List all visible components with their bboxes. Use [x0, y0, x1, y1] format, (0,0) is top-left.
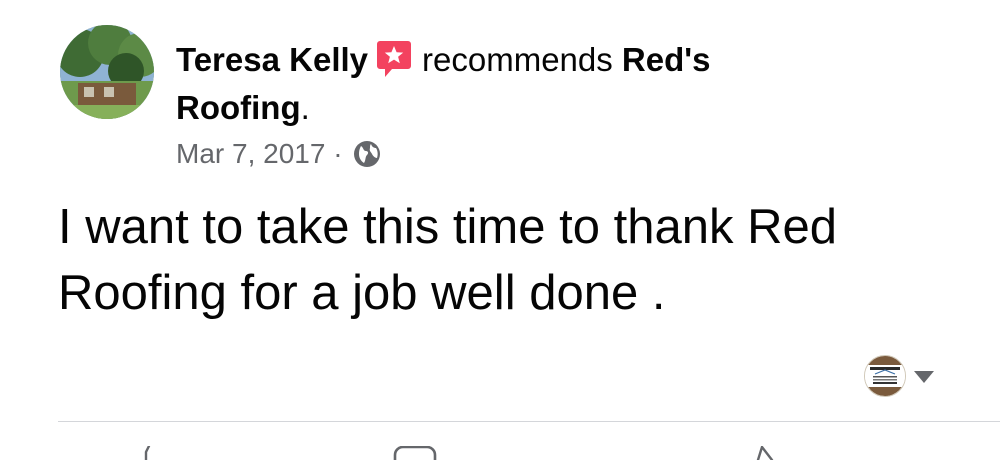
meta-separator: ·: [333, 138, 343, 169]
post-body-line: I want to take this time to thank Red: [58, 200, 837, 254]
recommendation-post: Teresa Kelly recommends Red's Roofing. M…: [0, 0, 1000, 460]
divider: [58, 421, 1000, 422]
header-period: .: [300, 89, 310, 126]
post-header: Teresa Kelly recommends Red's: [176, 38, 710, 82]
star-speech-bubble-icon: [376, 39, 412, 79]
author-avatar[interactable]: [60, 25, 154, 119]
author-name[interactable]: Teresa Kelly: [176, 41, 368, 78]
page-name-continued[interactable]: Roofing: [176, 89, 301, 126]
globe-icon[interactable]: [352, 139, 382, 169]
post-date[interactable]: Mar 7, 2017: [176, 138, 325, 169]
recommends-text: recommends: [422, 41, 613, 78]
post-header-continued: Roofing.: [176, 86, 310, 130]
page-logo-avatar[interactable]: [864, 355, 906, 397]
post-body: I want to take this time to thank Red Ro…: [58, 194, 958, 326]
post-meta: Mar 7, 2017 ·: [176, 136, 382, 172]
page-name[interactable]: Red's: [622, 41, 711, 78]
post-body-line: Roofing for a job well done .: [58, 266, 666, 320]
chevron-down-icon[interactable]: [913, 370, 935, 384]
